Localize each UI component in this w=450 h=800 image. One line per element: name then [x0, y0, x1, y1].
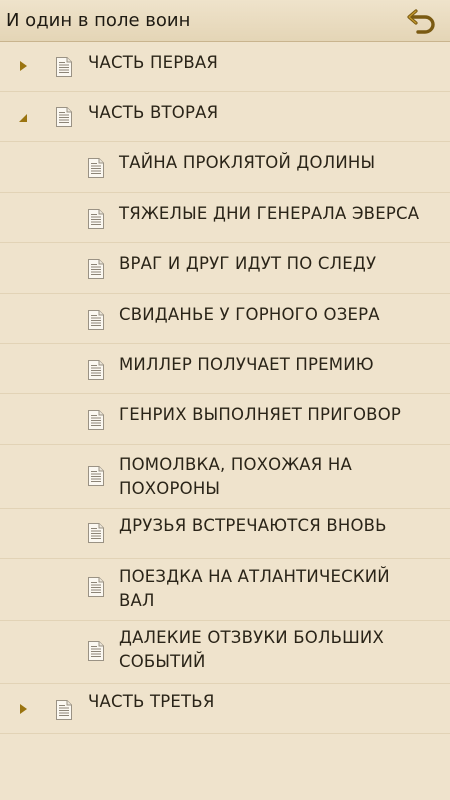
toc-part-1[interactable]: ЧАСТЬ ПЕРВАЯ [0, 42, 450, 92]
collapse-arrow-icon[interactable] [17, 112, 29, 124]
toc-chapter-label: СВИДАНЬЕ У ГОРНОГО ОЗЕРА [119, 305, 380, 324]
toc-chapter-label: ПОЕЗДКА НА АТЛАНТИЧЕСКИЙ ВАЛ [119, 565, 439, 613]
document-icon [55, 700, 73, 720]
document-icon [87, 259, 105, 279]
document-icon [87, 158, 105, 178]
toc-part-1-label: ЧАСТЬ ПЕРВАЯ [88, 53, 219, 72]
toc-chapter[interactable]: ПОЕЗДКА НА АТЛАНТИЧЕСКИЙ ВАЛ [0, 559, 450, 621]
toc-chapter-label-line: ПОМОЛВКА, ПОХОЖАЯ НА [119, 455, 352, 474]
page-title: И один в поле воин [6, 10, 191, 31]
toc-chapter[interactable]: ТАЙНА ПРОКЛЯТОЙ ДОЛИНЫ [0, 142, 450, 193]
document-icon [87, 310, 105, 330]
toc-chapter-label: ТЯЖЕЛЫЕ ДНИ ГЕНЕРАЛА ЭВЕРСА [119, 204, 420, 223]
toc-chapter-label-line: ДАЛЕКИЕ ОТЗВУКИ БОЛЬШИХ [119, 628, 384, 647]
toc-chapter-label: МИЛЛЕР ПОЛУЧАЕТ ПРЕМИЮ [119, 355, 374, 374]
toc-part-2[interactable]: ЧАСТЬ ВТОРАЯ [0, 92, 450, 142]
toc-chapter[interactable]: СВИДАНЬЕ У ГОРНОГО ОЗЕРА [0, 294, 450, 344]
document-icon [87, 577, 105, 597]
toc-chapter[interactable]: ГЕНРИХ ВЫПОЛНЯЕТ ПРИГОВОР [0, 394, 450, 445]
document-icon [87, 641, 105, 661]
toc-chapter[interactable]: ДАЛЕКИЕ ОТЗВУКИ БОЛЬШИХ СОБЫТИЙ [0, 621, 450, 684]
document-icon [55, 57, 73, 77]
toc-chapter-label-line: СОБЫТИЙ [119, 652, 206, 671]
toc-chapter-label: ВРАГ И ДРУГ ИДУТ ПО СЛЕДУ [119, 254, 377, 273]
expand-arrow-icon[interactable] [17, 703, 29, 715]
toc-part-3[interactable]: ЧАСТЬ ТРЕТЬЯ [0, 684, 450, 734]
toc-chapter[interactable]: ДРУЗЬЯ ВСТРЕЧАЮТСЯ ВНОВЬ [0, 509, 450, 559]
toc-chapter-label: ПОМОЛВКА, ПОХОЖАЯ НА ПОХОРОНЫ [119, 453, 439, 501]
document-icon [87, 410, 105, 430]
toc-chapter[interactable]: ВРАГ И ДРУГ ИДУТ ПО СЛЕДУ [0, 243, 450, 294]
toc-chapter[interactable]: ТЯЖЕЛЫЕ ДНИ ГЕНЕРАЛА ЭВЕРСА [0, 193, 450, 243]
back-button[interactable] [402, 1, 442, 41]
table-of-contents: ЧАСТЬ ПЕРВАЯ ЧАСТЬ ВТОРАЯ ТАЙНА ПРОКЛЯТО… [0, 42, 450, 734]
toc-chapter-label: ГЕНРИХ ВЫПОЛНЯЕТ ПРИГОВОР [119, 405, 402, 424]
toc-chapter[interactable]: МИЛЛЕР ПОЛУЧАЕТ ПРЕМИЮ [0, 344, 450, 394]
document-icon [87, 466, 105, 486]
document-icon [87, 360, 105, 380]
document-icon [55, 107, 73, 127]
toc-part-3-label: ЧАСТЬ ТРЕТЬЯ [88, 692, 215, 711]
back-arrow-icon [407, 8, 435, 34]
toc-chapter-label-line: ПОЕЗДКА НА АТЛАНТИЧЕСКИЙ [119, 567, 390, 586]
toc-chapter-label: ДАЛЕКИЕ ОТЗВУКИ БОЛЬШИХ СОБЫТИЙ [119, 626, 439, 674]
toc-chapter-label-line: ВАЛ [119, 591, 155, 610]
document-icon [87, 209, 105, 229]
toc-chapter-label: ТАЙНА ПРОКЛЯТОЙ ДОЛИНЫ [119, 153, 376, 172]
toc-chapter[interactable]: ПОМОЛВКА, ПОХОЖАЯ НА ПОХОРОНЫ [0, 445, 450, 509]
document-icon [87, 523, 105, 543]
toc-chapter-label-line: ПОХОРОНЫ [119, 479, 221, 498]
toc-chapter-label: ДРУЗЬЯ ВСТРЕЧАЮТСЯ ВНОВЬ [119, 516, 387, 535]
expand-arrow-icon[interactable] [17, 60, 29, 72]
app-header: И один в поле воин [0, 0, 450, 42]
toc-part-2-label: ЧАСТЬ ВТОРАЯ [88, 103, 219, 122]
